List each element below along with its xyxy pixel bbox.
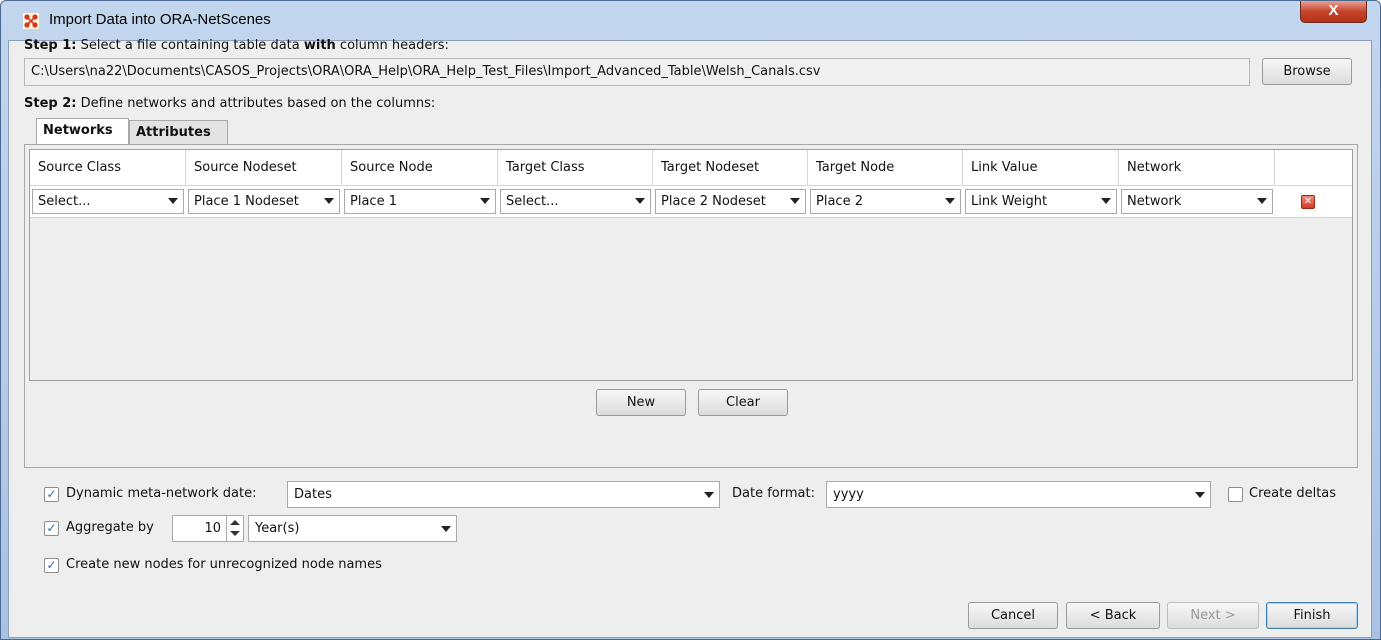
cancel-button[interactable]: Cancel [968, 602, 1058, 629]
file-path-field[interactable]: C:\Users\na22\Documents\CASOS_Projects\O… [24, 58, 1250, 86]
aggregate-unit-select[interactable]: Year(s) [248, 515, 457, 542]
create-nodes-label: Create new nodes for unrecognized node n… [66, 557, 382, 572]
aggregate-checkbox[interactable]: ✓ [44, 521, 59, 536]
dynamic-date-checkbox[interactable]: ✓ [44, 487, 59, 502]
combo-value: yyyy [833, 487, 864, 502]
spin-up-icon[interactable] [230, 520, 240, 525]
step1-text-bold: with [303, 38, 336, 53]
step2-instruction: Step 2: Define networks and attributes b… [24, 96, 435, 111]
combo-value: Place 2 Nodeset [661, 194, 766, 209]
source-class-select[interactable]: Select... [32, 189, 184, 214]
step1-label: Step 1: [24, 38, 77, 53]
step2-text: Define networks and attributes based on … [80, 96, 436, 111]
column-header-blank [1275, 150, 1352, 186]
column-header[interactable]: Source Nodeset [186, 150, 342, 186]
column-header[interactable]: Target Nodeset [653, 150, 808, 186]
combo-value: Place 1 [350, 194, 397, 209]
column-header[interactable]: Target Class [498, 150, 653, 186]
spin-down-icon[interactable] [230, 531, 240, 536]
browse-button[interactable]: Browse [1262, 58, 1352, 85]
dynamic-date-label: Dynamic meta-network date: [66, 486, 257, 501]
window-title: Import Data into ORA-NetScenes [49, 11, 271, 28]
finish-button[interactable]: Finish [1266, 602, 1358, 629]
networks-tab-panel: Source Class Source Nodeset Source Node … [24, 144, 1358, 468]
delete-row-icon[interactable]: ✕ [1301, 195, 1315, 209]
aggregate-label: Aggregate by [66, 520, 154, 535]
column-header[interactable]: Source Node [342, 150, 498, 186]
combo-value: Select... [38, 194, 91, 209]
dynamic-date-select[interactable]: Dates [287, 481, 720, 508]
step1-text-pre: Select a file containing table data [80, 38, 304, 53]
create-deltas-checkbox[interactable] [1228, 487, 1243, 502]
dropdown-arrow-icon [704, 492, 714, 498]
column-header[interactable]: Source Class [30, 150, 186, 186]
target-node-select[interactable]: Place 2 [810, 189, 961, 214]
aggregate-spinner[interactable]: 10 [172, 515, 244, 542]
dropdown-arrow-icon [480, 198, 490, 204]
title-bar: Import Data into ORA-NetScenes X [1, 1, 1380, 41]
combo-value: Place 2 [816, 194, 863, 209]
source-nodeset-select[interactable]: Place 1 Nodeset [188, 189, 340, 214]
networks-table: Source Class Source Nodeset Source Node … [29, 149, 1353, 381]
tab-attributes[interactable]: Attributes [129, 120, 228, 145]
back-button[interactable]: < Back [1066, 602, 1160, 629]
target-class-select[interactable]: Select... [500, 189, 651, 214]
link-value-select[interactable]: Link Weight [965, 189, 1117, 214]
column-header[interactable]: Target Node [808, 150, 963, 186]
column-header[interactable]: Network [1119, 150, 1275, 186]
combo-value: Place 1 Nodeset [194, 194, 299, 209]
next-button[interactable]: Next > [1167, 602, 1259, 629]
combo-value: Select... [506, 194, 559, 209]
step1-text-post: column headers: [335, 38, 449, 53]
new-button[interactable]: New [596, 389, 686, 416]
dropdown-arrow-icon [324, 198, 334, 204]
source-node-select[interactable]: Place 1 [344, 189, 496, 214]
column-header[interactable]: Link Value [963, 150, 1119, 186]
create-deltas-label: Create deltas [1249, 486, 1337, 501]
combo-value: Year(s) [255, 521, 300, 536]
step1-instruction: Step 1: Select a file containing table d… [24, 38, 449, 53]
date-format-label: Date format: [732, 486, 815, 501]
dropdown-arrow-icon [790, 198, 800, 204]
tab-networks[interactable]: Networks [36, 118, 129, 145]
table-row: Select... Place 1 Nodeset Place 1 Select… [30, 186, 1352, 218]
combo-value: Dates [294, 487, 332, 502]
combo-value: Network [1127, 194, 1182, 209]
close-button[interactable]: X [1300, 1, 1367, 23]
spinner-buttons [226, 516, 243, 541]
dropdown-arrow-icon [945, 198, 955, 204]
dropdown-arrow-icon [441, 526, 451, 532]
dropdown-arrow-icon [1257, 198, 1267, 204]
dropdown-arrow-icon [1195, 492, 1205, 498]
dropdown-arrow-icon [635, 198, 645, 204]
step2-label: Step 2: [24, 96, 77, 111]
dropdown-arrow-icon [1101, 198, 1111, 204]
dropdown-arrow-icon [168, 198, 178, 204]
table-header: Source Class Source Nodeset Source Node … [30, 150, 1352, 186]
clear-button[interactable]: Clear [698, 389, 788, 416]
combo-value: Link Weight [971, 194, 1048, 209]
date-format-select[interactable]: yyyy [826, 481, 1211, 508]
target-nodeset-select[interactable]: Place 2 Nodeset [655, 189, 806, 214]
create-nodes-checkbox[interactable]: ✓ [44, 558, 59, 573]
network-select[interactable]: Network [1121, 189, 1273, 214]
ora-app-icon [23, 13, 39, 29]
spinner-value: 10 [204, 521, 221, 536]
